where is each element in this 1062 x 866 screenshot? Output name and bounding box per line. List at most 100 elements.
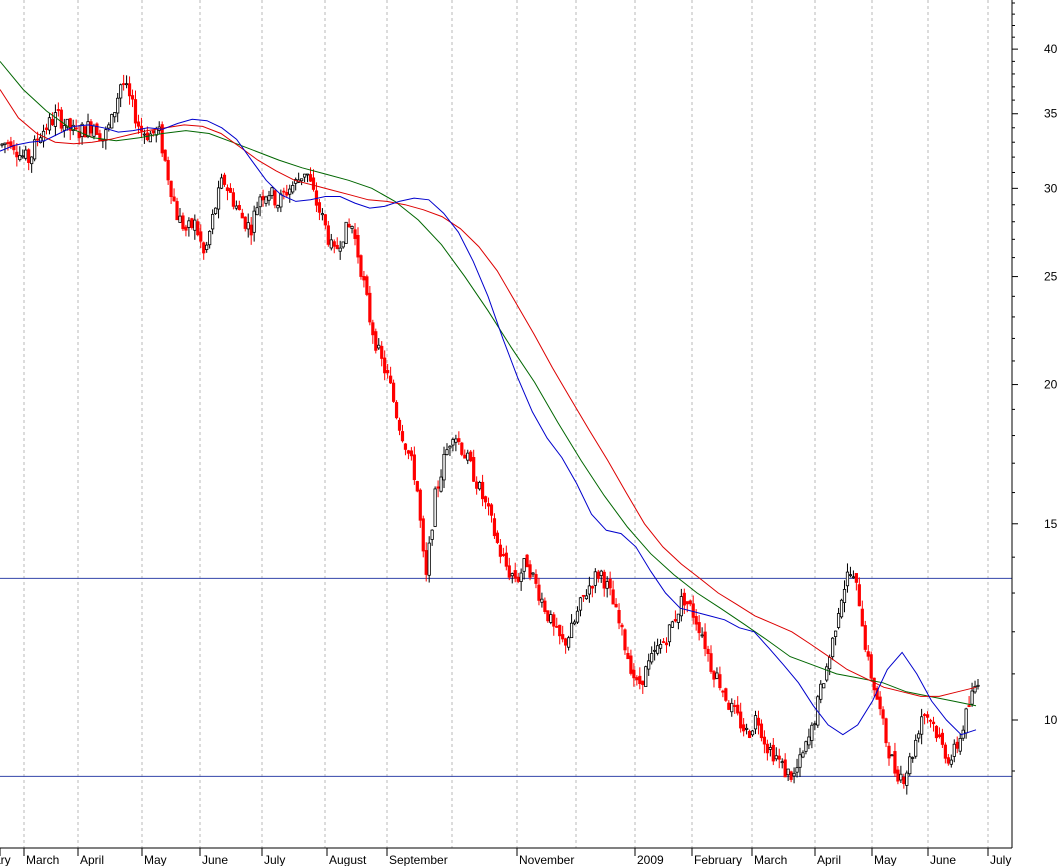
candle-body bbox=[516, 576, 520, 582]
candle-body bbox=[246, 222, 250, 230]
candle-body bbox=[697, 622, 701, 634]
candle-body bbox=[519, 572, 523, 582]
candle-body bbox=[611, 589, 615, 605]
candle-body bbox=[513, 570, 517, 579]
x-tick-label: ary bbox=[0, 853, 11, 866]
candle-body bbox=[347, 223, 351, 228]
slow-moving-average-line bbox=[0, 61, 977, 707]
candle-body bbox=[116, 97, 120, 114]
candle-body bbox=[208, 230, 212, 246]
candle-body bbox=[374, 331, 378, 351]
candle-body bbox=[946, 757, 950, 764]
candle-body bbox=[789, 771, 793, 780]
candle-body bbox=[810, 724, 814, 741]
candle-body bbox=[584, 595, 589, 600]
x-tick-label: May bbox=[144, 853, 167, 866]
candle-body bbox=[95, 123, 99, 135]
candle-body bbox=[33, 139, 37, 160]
candle-body bbox=[338, 247, 342, 252]
candle-body bbox=[457, 438, 461, 442]
candle-body bbox=[750, 730, 755, 736]
candle-body bbox=[558, 624, 562, 637]
candle-body bbox=[795, 767, 799, 773]
x-tick-label: March bbox=[26, 853, 59, 866]
candle-body bbox=[136, 121, 141, 127]
candle-body bbox=[688, 600, 692, 605]
candle-body bbox=[807, 736, 811, 746]
candle-body bbox=[151, 130, 155, 134]
candle-body bbox=[605, 581, 609, 589]
candle-body bbox=[489, 504, 494, 516]
candle-body bbox=[976, 684, 980, 687]
candle-body bbox=[442, 453, 446, 481]
candle-body bbox=[279, 193, 283, 208]
candle-body bbox=[24, 149, 28, 159]
candle-body bbox=[964, 708, 968, 734]
candle-body bbox=[368, 292, 372, 323]
candle-body bbox=[276, 205, 280, 209]
candle-body bbox=[691, 603, 695, 618]
x-axis-ticks: ary March April May June July August September N… bbox=[0, 848, 1011, 866]
candle-body bbox=[522, 558, 526, 572]
candle-body bbox=[617, 610, 621, 624]
price-chart: 10 15 20 25 30 35 40 ary March April May June July A… bbox=[0, 0, 1058, 866]
candle-body bbox=[119, 84, 123, 99]
candle-body bbox=[397, 419, 402, 431]
candle-body bbox=[667, 624, 672, 643]
candle-body bbox=[949, 759, 953, 765]
candle-body bbox=[178, 215, 182, 223]
candle-body bbox=[475, 481, 479, 489]
x-tick-label: July bbox=[990, 853, 1011, 866]
candle-body bbox=[845, 571, 850, 587]
candle-body bbox=[122, 83, 126, 85]
candle-body bbox=[35, 138, 40, 141]
candle-body bbox=[329, 239, 333, 249]
candle-body bbox=[124, 83, 129, 86]
candle-body bbox=[866, 651, 870, 657]
candle-body bbox=[801, 752, 805, 758]
candle-body bbox=[923, 714, 927, 716]
candle-body bbox=[231, 192, 235, 207]
candle-body bbox=[341, 241, 345, 248]
x-tick-label: March bbox=[754, 853, 787, 866]
candle-body bbox=[721, 690, 725, 693]
candle-body bbox=[658, 643, 663, 649]
candle-body bbox=[599, 570, 603, 576]
candle-body bbox=[469, 451, 473, 462]
candle-body bbox=[44, 127, 49, 130]
candle-body bbox=[715, 672, 719, 679]
x-tick-label: June bbox=[202, 853, 228, 866]
candle-body bbox=[647, 660, 651, 670]
candle-body bbox=[742, 724, 746, 732]
candle-body bbox=[237, 205, 241, 211]
x-tick-label: 2009 bbox=[637, 853, 664, 866]
candle-body bbox=[623, 629, 627, 651]
candle-body bbox=[213, 207, 218, 214]
candle-body bbox=[130, 95, 135, 100]
candle-body bbox=[614, 603, 618, 608]
candle-body bbox=[92, 125, 96, 137]
candle-body bbox=[216, 187, 221, 210]
candle-body bbox=[486, 503, 491, 507]
candle-body bbox=[836, 613, 841, 628]
y-tick-label: 35 bbox=[1044, 107, 1058, 121]
candle-body bbox=[326, 225, 330, 245]
candle-body bbox=[406, 450, 411, 454]
candle-body bbox=[555, 625, 559, 628]
candle-body bbox=[21, 155, 25, 158]
candle-body bbox=[632, 669, 636, 679]
candle-body bbox=[706, 648, 710, 655]
candle-body bbox=[261, 195, 265, 201]
candle-body bbox=[222, 174, 227, 185]
candle-body bbox=[30, 156, 34, 165]
candle-body bbox=[914, 739, 918, 757]
candle-body bbox=[249, 224, 253, 236]
candle-body bbox=[98, 133, 102, 141]
candle-body bbox=[884, 718, 888, 744]
candle-body bbox=[955, 741, 959, 749]
candle-body bbox=[890, 754, 894, 757]
candle-body bbox=[18, 155, 22, 161]
candle-body bbox=[869, 654, 873, 679]
candle-body bbox=[113, 112, 117, 118]
candle-body bbox=[498, 544, 502, 557]
